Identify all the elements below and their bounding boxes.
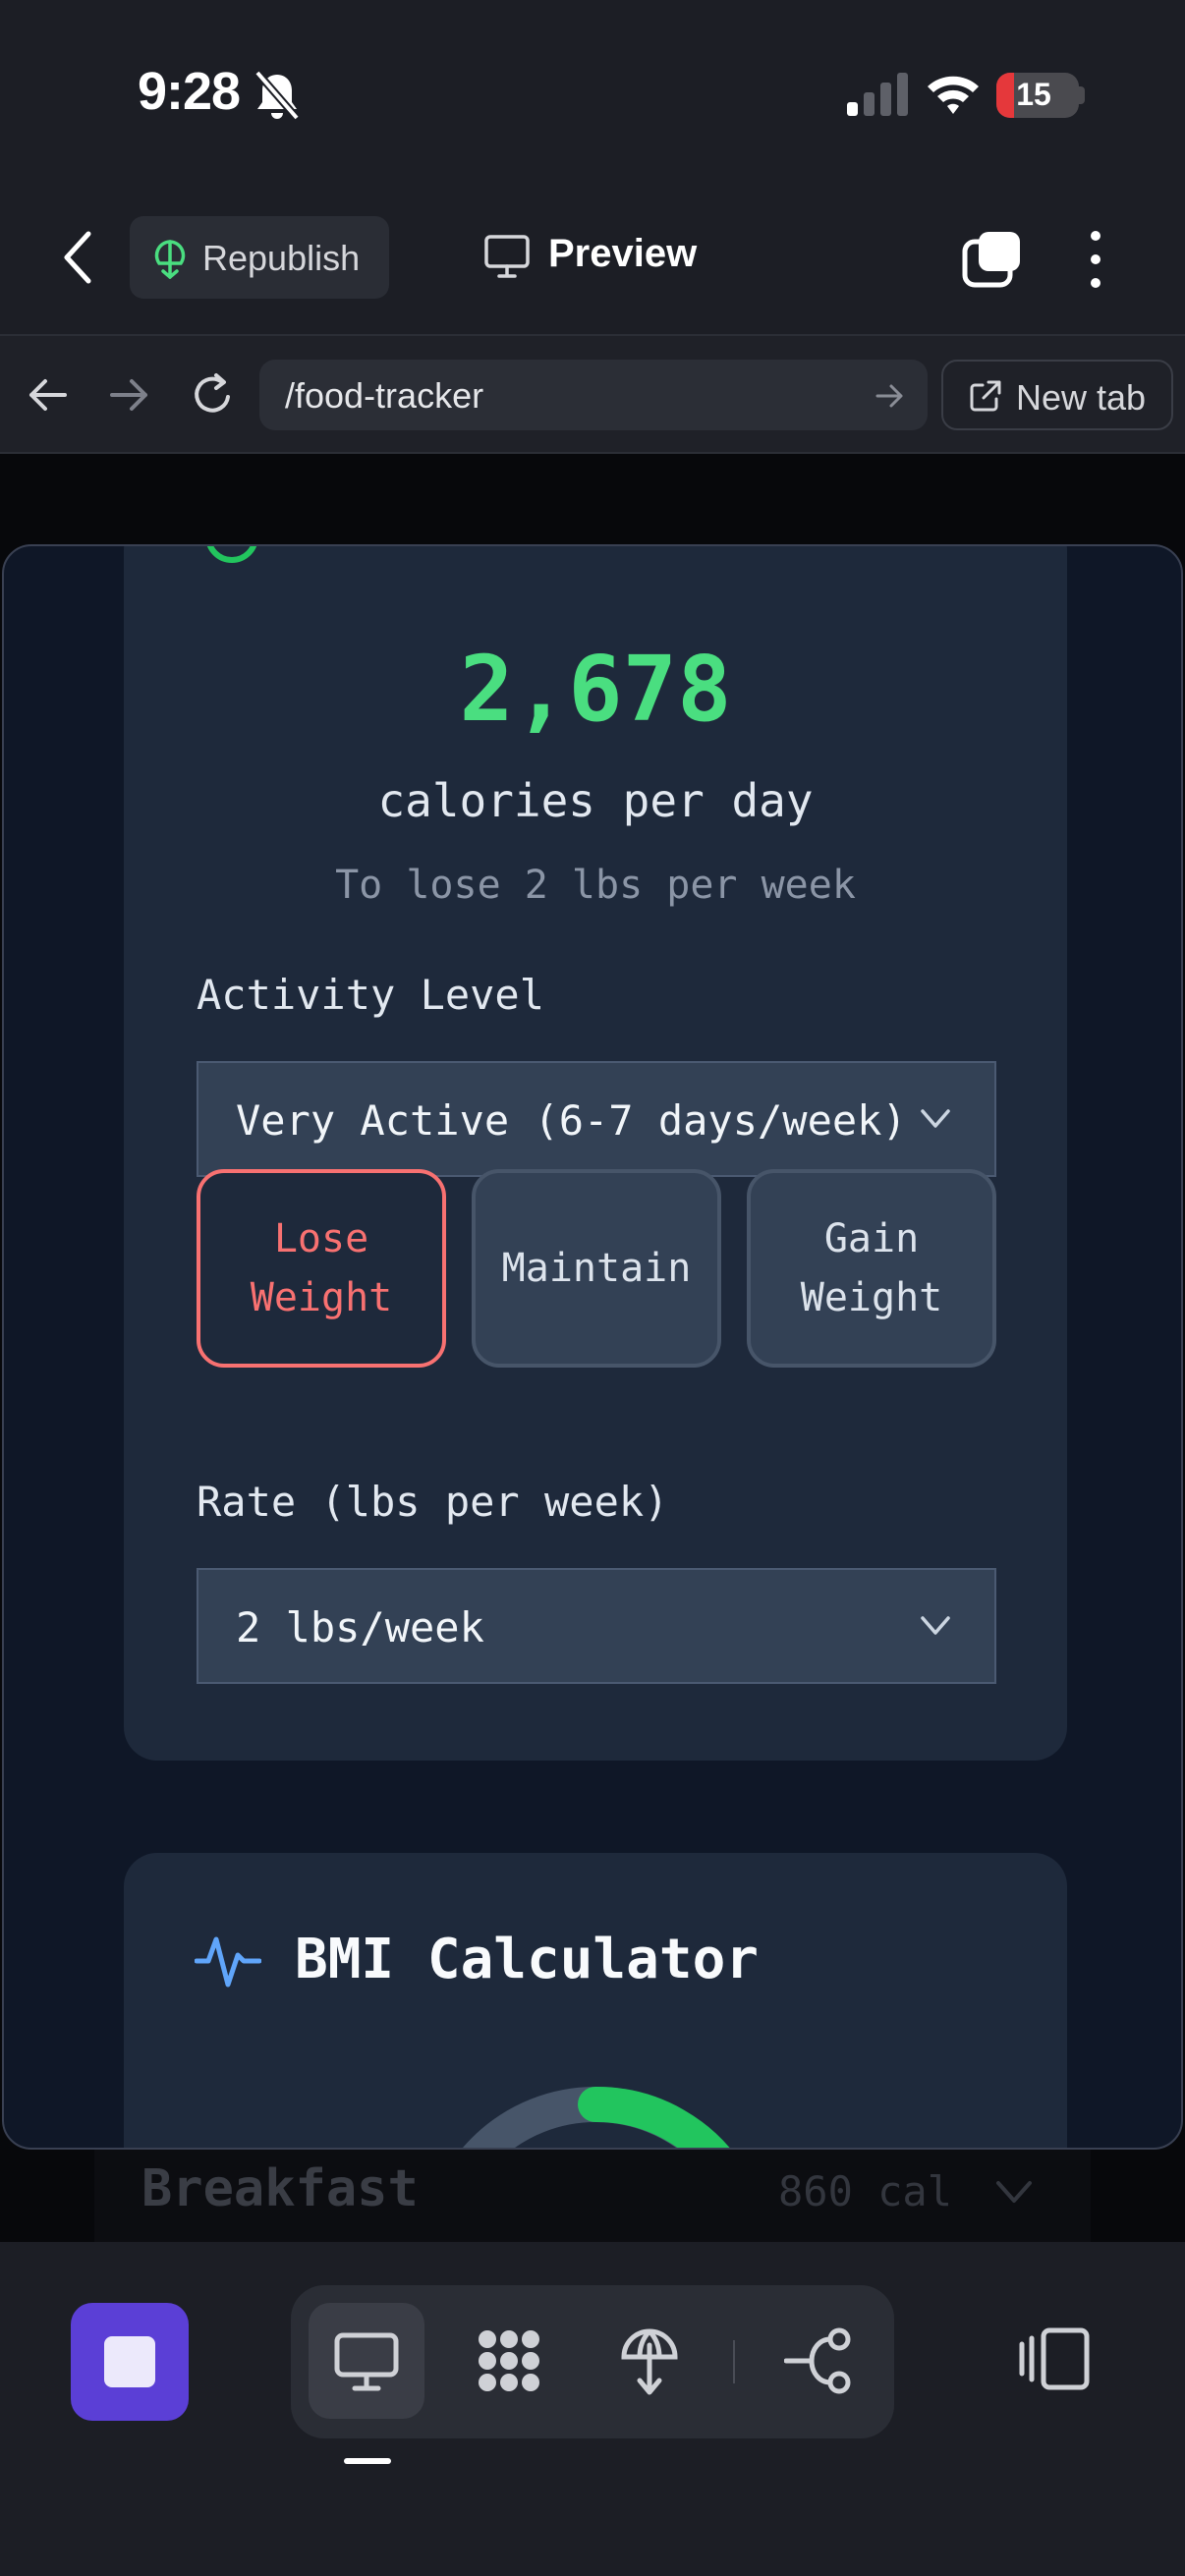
bell-slash-icon: [254, 70, 301, 121]
activity-icon: [195, 1936, 261, 1988]
activity-level-select[interactable]: Very Active (6-7 days/week): [197, 1061, 996, 1177]
calorie-icon: [206, 546, 257, 563]
battery-level: 15: [1016, 77, 1051, 112]
reload-icon[interactable]: [191, 369, 236, 419]
bmi-card: BMI Calculator: [124, 1853, 1067, 2148]
republish-label: Republish: [202, 238, 361, 278]
active-tab-indicator: [344, 2458, 391, 2464]
calorie-card: 2,678 calories per day To lose 2 lbs per…: [124, 546, 1067, 1761]
deploy-icon[interactable]: [614, 2325, 685, 2396]
chevron-down-icon: [921, 1616, 950, 1635]
monitor-icon[interactable]: [483, 234, 531, 279]
activity-level-label: Activity Level: [197, 971, 545, 1019]
chevron-down-icon: [921, 1109, 950, 1128]
toolbar-divider: [733, 2340, 735, 2383]
rate-label: Rate (lbs per week): [197, 1478, 669, 1526]
monitor-icon[interactable]: [331, 2325, 402, 2396]
maintain-button[interactable]: Maintain: [472, 1169, 721, 1368]
signal-icon: [847, 73, 908, 116]
activity-level-value: Very Active (6-7 days/week): [236, 1096, 907, 1145]
app-preview-frame: 2,678 calories per day To lose 2 lbs per…: [2, 544, 1183, 2150]
stop-button[interactable]: [71, 2303, 189, 2421]
meal-calories: 860 cal: [778, 2167, 953, 2215]
new-tab-button[interactable]: New tab: [941, 360, 1173, 430]
calorie-value: 2,678: [459, 637, 732, 742]
external-link-icon: [970, 380, 1001, 412]
url-text: /food-tracker: [285, 375, 484, 416]
lose-weight-button[interactable]: Lose Weight: [197, 1169, 446, 1368]
go-arrow-icon[interactable]: [875, 381, 906, 411]
rate-select[interactable]: 2 lbs/week: [197, 1568, 996, 1684]
bmi-gauge: [463, 2086, 730, 2148]
bmi-title: BMI Calculator: [295, 1928, 760, 1991]
rate-value: 2 lbs/week: [236, 1603, 484, 1652]
preview-label[interactable]: Preview: [548, 232, 697, 276]
arrow-right-icon[interactable]: [108, 375, 151, 415]
url-input[interactable]: /food-tracker: [259, 360, 928, 430]
new-tab-label: New tab: [1016, 377, 1147, 418]
back-chevron-icon[interactable]: [59, 226, 98, 289]
more-vertical-icon[interactable]: [1081, 228, 1110, 291]
republish-button[interactable]: Republish: [130, 216, 389, 299]
chevron-down-icon: [996, 2181, 1032, 2203]
battery-nub: [1079, 86, 1085, 104]
tabs-icon[interactable]: [961, 230, 1022, 289]
calorie-goal-text: To lose 2 lbs per week: [335, 863, 856, 908]
arrow-left-icon[interactable]: [26, 375, 69, 415]
republish-icon: [154, 240, 186, 279]
gain-weight-button[interactable]: Gain Weight: [747, 1169, 996, 1368]
calorie-unit: calories per day: [377, 774, 814, 827]
stop-icon: [104, 2336, 155, 2387]
panel-icon[interactable]: [1018, 2324, 1093, 2393]
meal-title: Breakfast: [141, 2159, 419, 2218]
apps-icon[interactable]: [474, 2325, 544, 2396]
meal-row-behind: Breakfast 860 cal: [94, 2148, 1091, 2242]
battery-icon: 15: [996, 73, 1079, 118]
status-time: 9:28: [138, 62, 241, 121]
wifi-icon: [928, 76, 979, 114]
graph-icon[interactable]: [784, 2325, 855, 2396]
